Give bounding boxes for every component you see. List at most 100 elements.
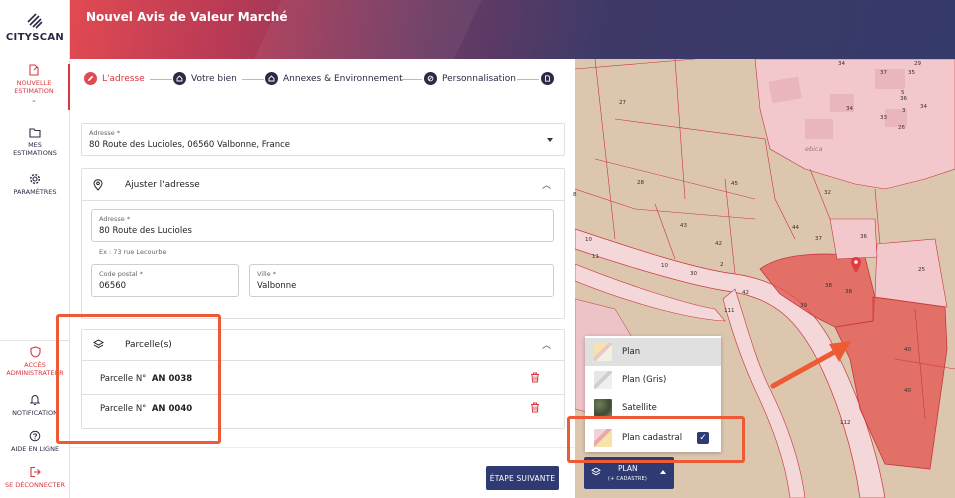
footer-divider <box>70 447 575 448</box>
layer-option-plan[interactable]: Plan <box>585 338 721 366</box>
address-field-label: Adresse * <box>99 215 131 223</box>
step-annexes-environnement[interactable]: Annexes & Environnement <box>265 72 403 85</box>
parcel-number-label: 30 <box>690 271 697 277</box>
document-icon <box>541 72 554 85</box>
chevron-down-icon: ⌄ <box>31 96 37 104</box>
address-field-value: 80 Route des Lucioles <box>99 226 192 236</box>
stepper: L'adresse Votre bien Annexes & Environne… <box>84 72 564 90</box>
parcel-number-label: 29 <box>914 61 921 67</box>
parcel-number-label: 33 <box>880 115 887 121</box>
parcel-number-label: 111 <box>724 308 735 314</box>
cityscan-logo-icon <box>27 13 43 29</box>
city-field[interactable]: Ville * Valbonne <box>249 264 554 297</box>
sidebar-item-parametres[interactable]: PARAMÈTRES <box>0 173 70 196</box>
layer-button-sublabel: (+ CADASTRE) <box>608 476 648 482</box>
sidebar-item-label: AIDE EN LIGNE <box>10 445 60 453</box>
parcel-number-label: 112 <box>840 420 851 426</box>
step-adresse[interactable]: L'adresse <box>84 72 145 85</box>
gear-icon <box>29 173 41 185</box>
parcel-number-label: 11 <box>592 254 599 260</box>
parcel-number-label: 38 <box>825 283 832 289</box>
bell-icon <box>30 394 40 405</box>
layer-label: Satellite <box>622 403 657 413</box>
parcel-number-label: 5 <box>901 90 905 96</box>
parcel-number-label: 37 <box>880 70 887 76</box>
parcel-number-label: 40 <box>904 347 911 353</box>
shield-icon <box>29 346 41 358</box>
parcel-number-label: 36 <box>900 96 907 102</box>
highlight-box-parcels <box>56 314 221 444</box>
parcel-number-label: 27 <box>619 100 626 106</box>
postal-code-field[interactable]: Code postal * 06560 <box>91 264 239 297</box>
page-header: Nouvel Avis de Valeur Marché <box>70 0 955 59</box>
parcel-number-label: 10 <box>585 237 592 243</box>
parcel-number-label: 34 <box>920 104 927 110</box>
header-decoration <box>249 0 491 59</box>
step-personnalisation[interactable]: Personnalisation <box>424 72 516 85</box>
postal-code-value: 06560 <box>99 281 127 291</box>
trash-icon[interactable] <box>530 372 540 383</box>
edit-icon <box>424 72 437 85</box>
sidebar-item-label: PARAMÈTRES <box>13 188 57 196</box>
pencil-icon <box>84 72 97 85</box>
caret-up-icon <box>660 470 666 474</box>
step-label: Annexes & Environnement <box>283 73 403 84</box>
address-select-label: Adresse * <box>89 129 121 137</box>
step-connector <box>400 79 422 80</box>
dropdown-caret-icon <box>547 138 553 142</box>
parcel-number-label: 3 <box>902 108 906 114</box>
step-label: L'adresse <box>102 73 145 84</box>
sidebar-item-label: SE DÉCONNECTER <box>4 481 66 489</box>
address-helper-text: Ex : 73 rue Lecourbe <box>99 248 167 256</box>
step-document[interactable] <box>541 72 559 85</box>
parcel-number-label: 28 <box>637 180 644 186</box>
parcel-number-label: 43 <box>680 223 687 229</box>
location-pin-icon <box>93 179 103 191</box>
parcel-number-label: 38 <box>845 289 852 295</box>
layers-icon <box>591 467 601 476</box>
address-select-value: 80 Route des Lucioles, 06560 Valbonne, F… <box>89 140 291 150</box>
home-icon <box>173 72 186 85</box>
parcel-number-label: 34 <box>838 61 845 67</box>
layer-button-label: PLAN <box>618 464 638 473</box>
logo[interactable]: CITYSCAN <box>0 12 70 43</box>
step-label: Votre bien <box>191 73 237 84</box>
city-value: Valbonne <box>257 281 297 291</box>
sidebar-item-se-deconnecter[interactable]: SE DÉCONNECTER <box>0 466 70 489</box>
parcel-number-label: 44 <box>792 225 799 231</box>
plan-thumbnail-icon <box>594 343 612 361</box>
parcel-number-label: 35 <box>908 70 915 76</box>
parcel-number-label: 37 <box>815 236 822 242</box>
help-icon <box>29 430 41 442</box>
address-field[interactable]: Adresse * 80 Route des Lucioles <box>91 209 554 242</box>
next-step-button[interactable]: ÉTAPE SUIVANTE <box>486 466 559 490</box>
folder-icon <box>29 128 41 138</box>
plan-gris-thumbnail-icon <box>594 371 612 389</box>
address-select[interactable]: Adresse * 80 Route des Lucioles, 06560 V… <box>81 123 565 156</box>
sidebar-item-nouvelle-estimation[interactable]: NOUVELLE ESTIMATION ⌄ <box>0 64 70 110</box>
highlight-box-cadastral-layer <box>567 416 745 463</box>
sidebar-item-label: NOUVELLE <box>16 79 52 87</box>
satellite-thumbnail-icon <box>594 399 612 417</box>
parcel-number-label: 26 <box>898 125 905 131</box>
parcel-number-label: 45 <box>731 181 738 187</box>
chevron-up-icon[interactable]: ︿ <box>542 338 551 351</box>
layer-label: Plan (Gris) <box>622 375 667 385</box>
step-connector <box>242 79 264 80</box>
new-document-icon <box>29 64 39 76</box>
chevron-up-icon[interactable]: ︿ <box>542 178 551 191</box>
layer-option-plan-gris[interactable]: Plan (Gris) <box>585 366 721 394</box>
step-votre-bien[interactable]: Votre bien <box>173 72 237 85</box>
layer-label: Plan <box>622 347 641 357</box>
parcel-number-label: 32 <box>824 190 831 196</box>
parcel-number-label: 39 <box>800 303 807 309</box>
sidebar-item-label: ACCÈS <box>24 361 46 369</box>
sidebar-item-mes-estimations[interactable]: MES ESTIMATIONS <box>0 127 70 157</box>
sidebar-item-label: ESTIMATION <box>14 87 54 95</box>
parcel-number-label: 34 <box>846 106 853 112</box>
step-label: Personnalisation <box>442 73 516 84</box>
sidebar-item-label: MES <box>28 141 42 149</box>
parcel-number-label: 36 <box>860 234 867 240</box>
trash-icon[interactable] <box>530 402 540 413</box>
home-icon <box>265 72 278 85</box>
